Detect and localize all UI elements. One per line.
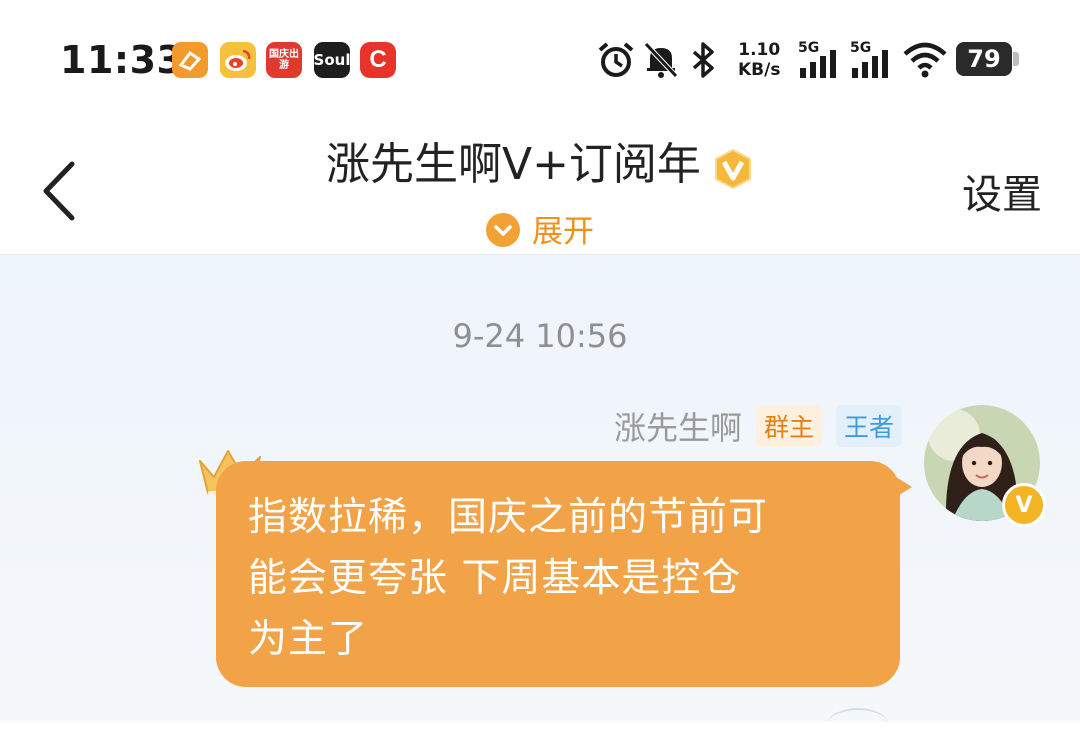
message-text-line: 指数拉稀，国庆之前的节前可 [248,495,769,540]
guoqing-app-label: 国庆出游 [269,49,299,71]
chat-header: 涨先生啊V+订阅年 展开 设置 [0,118,1080,255]
soul-icon: Soul [314,42,350,78]
message-bubble[interactable]: 指数拉稀，国庆之前的节前可 能会更夸张 下周基本是控仓 为主了 [216,461,900,687]
settings-button[interactable]: 设置 [962,162,1042,220]
rank-tag: 王者 [835,405,902,447]
weibo-icon [220,42,256,78]
battery-nub [1013,52,1019,66]
bubble-tail [896,477,912,497]
alarm-icon [598,42,634,77]
message-text-line: 为主了 [248,617,369,662]
c-app-label: C [369,46,387,73]
signal-bars-1-icon [800,50,836,78]
sender-name[interactable]: 涨先生啊 [614,403,742,449]
sender-row: 涨先生啊 群主 王者 [614,403,902,449]
signal-bars-2-icon [852,50,888,78]
verified-badge-icon: V [1002,483,1046,527]
expand-toggle[interactable]: 展开 [0,206,1080,251]
bell-mute-icon [644,42,678,78]
bluetooth-icon [692,42,714,78]
chat-area[interactable]: 9-24 10:56 涨先生啊 群主 王者 V 指数拉稀，国庆之前的节前可 能会… [0,255,1080,722]
network-speed-unit: KB/s [738,60,781,80]
vip-badge-icon [715,148,752,189]
network-speed-value: 1.10 [738,40,781,60]
battery-level: 79 [956,42,1012,76]
message-timestamp: 9-24 10:56 [452,317,628,355]
orange-app-icon [172,42,208,78]
c-app-icon: C [360,42,396,78]
clock: 11:33 [60,38,184,82]
message-text-line: 能会更夸张 下周基本是控仓 [248,556,742,601]
network-speed: 1.10 KB/s [738,40,780,80]
owner-tag: 群主 [755,405,822,447]
guoqing-app-icon: 国庆出游 [266,42,302,78]
title-row: 涨先生啊V+订阅年 [0,128,1080,196]
page-title: 涨先生啊V+订阅年 [325,139,701,190]
message-text: 指数拉稀，国庆之前的节前可 能会更夸张 下周基本是控仓 为主了 [248,487,866,670]
chevron-down-icon [486,212,520,247]
wifi-icon [903,42,947,78]
soul-app-label: Soul [314,51,350,69]
next-message-avatar-peek [828,708,888,740]
expand-label: 展开 [532,214,594,250]
status-bar: 11:33 国庆出游 Soul C 1.10 KB/s 5G 5G 79 [0,0,1080,118]
